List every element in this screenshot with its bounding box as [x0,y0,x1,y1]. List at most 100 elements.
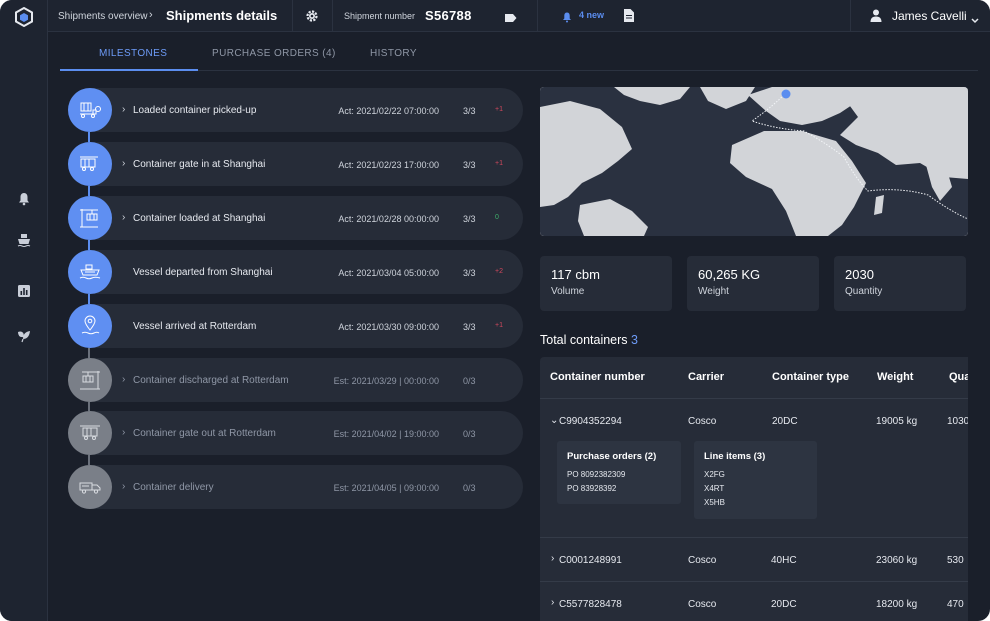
line-item[interactable]: X2FG [704,470,725,479]
app-logo-icon[interactable] [14,6,34,28]
leaf-icon[interactable] [14,326,34,346]
user-icon [870,9,882,27]
milestone-title: Container gate out at Rotterdam [133,428,276,439]
breadcrumb-chevron-icon: › [149,9,153,21]
container-type: 40HC [771,555,797,566]
shipment-number-value: S56788 [425,8,472,23]
container-weight: 18200 kg [876,599,918,610]
milestone-count: 3/3 [463,160,476,170]
table-divider [540,537,968,538]
milestone-date: Act: 2021/02/23 17:00:00 [338,160,439,170]
app-window: Shipments overview › Shipments details S… [0,0,990,621]
stat-weight: 60,265 KG Weight [687,256,819,311]
containers-table: Container number Carrier Container type … [540,357,968,621]
divider [292,0,293,32]
stat-value: 60,265 KG [698,267,761,282]
milestone-delta: +1 [495,160,503,167]
chevron-right-icon[interactable]: › [122,158,125,169]
milestone-date: Est: 2021/04/05 | 09:00:00 [333,483,439,493]
milestone-delta: +2 [495,268,503,275]
purchase-order-item[interactable]: PO 83928392 [567,484,616,493]
stat-volume: 117 cbm Volume [540,256,672,311]
tag-icon[interactable] [505,10,517,28]
route-map[interactable] [540,87,968,236]
chevron-right-icon[interactable]: › [122,212,125,223]
chevron-right-icon[interactable]: › [122,481,125,492]
milestone-delta: +1 [495,322,503,329]
column-header-carrier[interactable]: Carrier [688,371,724,383]
container-weight: 19005 kg [876,416,918,427]
chevron-down-icon[interactable] [971,11,979,29]
line-item[interactable]: X4RT [704,484,724,493]
chevron-right-icon[interactable]: › [122,104,125,115]
container-quantity: 470 [947,599,964,610]
container-quantity: 1030 [947,416,968,427]
stat-value: 117 cbm [551,267,600,282]
tab-purchase-orders[interactable]: PURCHASE ORDERS (4) [212,48,336,59]
gear-icon[interactable] [305,9,319,28]
milestone-count: 0/3 [463,376,476,386]
milestone-count: 3/3 [463,322,476,332]
user-name[interactable]: James Cavelli [892,9,967,23]
chevron-right-icon[interactable]: › [551,553,554,564]
chevron-right-icon[interactable]: › [122,427,125,438]
location-pin-icon [68,304,112,348]
notifications-badge[interactable]: 4 new [579,10,604,20]
column-header-quantity[interactable]: Qua [949,371,968,383]
milestone-delta: 0 [495,214,499,221]
milestone-date: Act: 2021/03/04 05:00:00 [338,268,439,278]
container-type: 20DC [771,599,797,610]
column-header-container-type[interactable]: Container type [772,371,849,383]
chevron-right-icon[interactable]: › [551,597,554,608]
container-type: 20DC [772,416,798,427]
delivery-truck-icon [68,465,112,509]
container-number[interactable]: C0001248991 [559,555,622,566]
crane-load-icon [68,196,112,240]
milestone-count: 3/3 [463,106,476,116]
vessel-icon [68,250,112,294]
column-header-weight[interactable]: Weight [877,371,913,383]
sidebar [0,0,48,621]
tab-milestones[interactable]: MILESTONES [99,48,167,59]
milestone-count: 3/3 [463,214,476,224]
document-icon[interactable] [624,9,634,27]
milestone-delta: +1 [495,106,503,113]
milestone-title: Container discharged at Rotterdam [133,375,289,386]
milestone-date: Est: 2021/04/02 | 19:00:00 [333,429,439,439]
chart-icon[interactable] [14,281,34,301]
ship-icon[interactable] [14,230,34,250]
purchase-order-item[interactable]: PO 8092382309 [567,470,625,479]
milestone-count: 3/3 [463,268,476,278]
divider [537,0,538,32]
line-items-card: Line items (3) X2FG X4RT X5HB [694,441,817,519]
milestone-date: Act: 2021/02/28 00:00:00 [338,214,439,224]
container-number[interactable]: C5577828478 [559,599,622,610]
chevron-right-icon[interactable]: › [122,374,125,385]
divider [850,0,851,32]
tab-history[interactable]: HISTORY [370,48,417,59]
truck-container-icon [68,88,112,132]
purchase-orders-card: Purchase orders (2) PO 8092382309 PO 839… [557,441,681,504]
stat-quantity: 2030 Quantity [834,256,966,311]
bell-notification-icon[interactable] [562,10,572,28]
line-item[interactable]: X5HB [704,498,725,507]
stat-value: 2030 [845,267,874,282]
chevron-down-icon[interactable]: ⌄ [550,415,558,426]
container-number[interactable]: C9904352294 [559,416,622,427]
page-title: Shipments details [166,8,278,23]
timeline-line-pending [88,325,90,487]
container-carrier: Cosco [688,599,717,610]
container-carrier: Cosco [688,416,717,427]
breadcrumb-shipments-overview[interactable]: Shipments overview [58,11,147,22]
milestone-title: Container gate in at Shanghai [133,159,266,170]
divider [332,0,333,32]
column-header-container-number[interactable]: Container number [550,371,645,383]
top-bar: Shipments overview › Shipments details S… [48,0,990,32]
total-containers-count: 3 [631,333,638,347]
table-divider [540,581,968,582]
milestone-count: 0/3 [463,483,476,493]
gate-out-icon [68,411,112,455]
total-containers-heading: Total containers 3 [540,333,638,347]
purchase-orders-title: Purchase orders (2) [567,451,657,462]
bell-icon[interactable] [14,189,34,209]
